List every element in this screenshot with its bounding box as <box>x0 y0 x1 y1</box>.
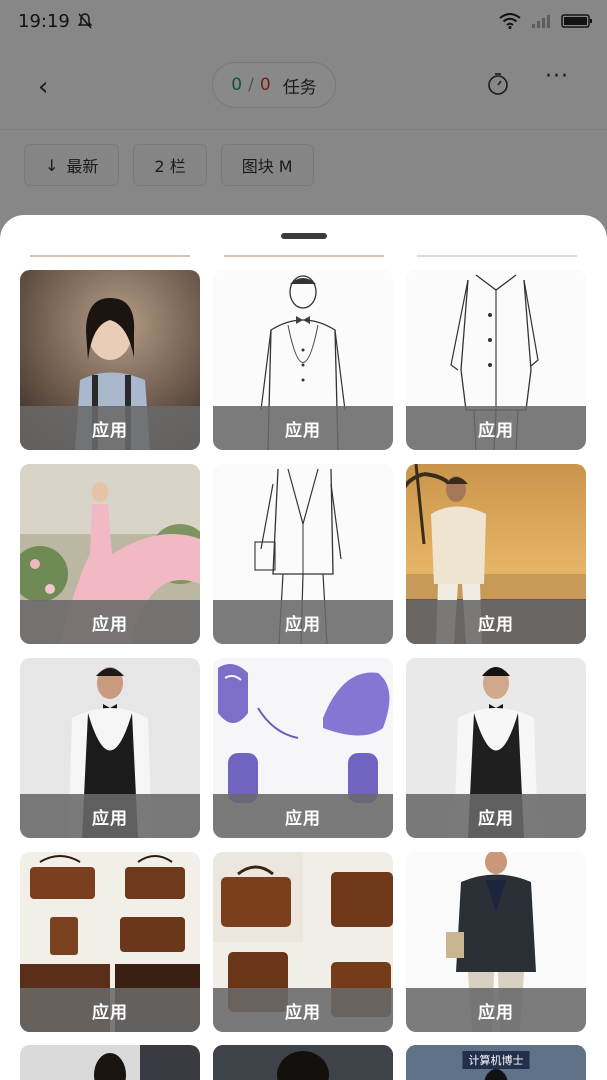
apply-button[interactable]: 应用 <box>20 794 200 838</box>
template-tile[interactable]: 应用 <box>213 270 393 450</box>
template-tile[interactable]: 计算机博士 <box>406 1045 586 1080</box>
man-dark-hair-image <box>213 1045 393 1080</box>
template-grid: 应用 应用 应用 应用 应用 应用 应用 应用 应用 应用 应用 应用 <box>20 270 587 1032</box>
template-tile[interactable]: 应用 <box>406 270 586 450</box>
sheet-drag-handle[interactable] <box>281 233 327 239</box>
template-bottom-sheet: 应用 应用 应用 应用 应用 应用 应用 应用 应用 应用 应用 应用 计算机博… <box>0 215 607 1080</box>
template-tile[interactable]: 应用 <box>20 464 200 644</box>
apply-button[interactable]: 应用 <box>406 988 586 1032</box>
previous-row-edge <box>417 255 577 257</box>
template-tile[interactable]: 应用 <box>20 270 200 450</box>
template-tile[interactable]: 应用 <box>406 464 586 644</box>
template-tile[interactable] <box>20 1045 200 1080</box>
template-tile[interactable]: 应用 <box>213 464 393 644</box>
template-tile[interactable] <box>213 1045 393 1080</box>
template-tile[interactable]: 应用 <box>213 852 393 1032</box>
template-tile[interactable]: 应用 <box>20 658 200 838</box>
apply-button[interactable]: 应用 <box>20 988 200 1032</box>
apply-button[interactable]: 应用 <box>406 794 586 838</box>
apply-button[interactable]: 应用 <box>20 600 200 644</box>
template-tile[interactable]: 应用 <box>406 658 586 838</box>
apply-button[interactable]: 应用 <box>213 794 393 838</box>
apply-button[interactable]: 应用 <box>406 406 586 450</box>
template-tile[interactable]: 应用 <box>20 852 200 1032</box>
apply-button[interactable]: 应用 <box>213 988 393 1032</box>
previous-row-edge <box>30 255 190 257</box>
previous-row-edge <box>224 255 384 257</box>
template-tile[interactable]: 应用 <box>213 658 393 838</box>
man-bookshelf-image <box>20 1045 200 1080</box>
template-tile[interactable]: 应用 <box>406 852 586 1032</box>
apply-button[interactable]: 应用 <box>213 406 393 450</box>
apply-button[interactable]: 应用 <box>20 406 200 450</box>
apply-button[interactable]: 应用 <box>406 600 586 644</box>
apply-button[interactable]: 应用 <box>213 600 393 644</box>
image-caption: 计算机博士 <box>462 1051 530 1069</box>
next-row-partial: 计算机博士 <box>20 1045 587 1080</box>
